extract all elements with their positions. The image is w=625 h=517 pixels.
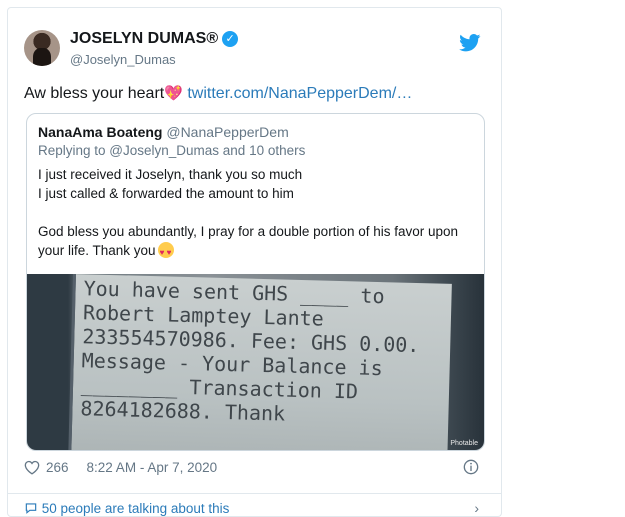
tweet-text: Aw bless your heart💖 twitter.com/NanaPep… [24, 84, 412, 103]
quote-line: God bless you abundantly, I pray for a d… [38, 222, 478, 262]
quote-author-handle[interactable]: @NanaPepperDem [166, 124, 288, 140]
photo-watermark: Photable [450, 440, 478, 447]
sparkling-heart-icon: 💖 [164, 85, 183, 102]
heart-eyes-emoji-icon [157, 242, 174, 262]
like-count[interactable]: 266 [46, 460, 69, 475]
quote-photo[interactable]: You have sent GHS ____ to Robert Lamptey… [27, 274, 484, 450]
footer-divider [8, 493, 501, 494]
author-avatar[interactable] [24, 30, 60, 66]
quote-line: I just called & forwarded the amount to … [38, 186, 294, 201]
quote-line: I just received it Joselyn, thank you so… [38, 167, 303, 182]
tweet-meta: 266 8:22 AM - Apr 7, 2020 [24, 460, 217, 475]
verified-badge-icon: ✓ [222, 31, 239, 47]
talking-count-text[interactable]: 50 people are talking about this [42, 501, 230, 516]
chevron-right-icon[interactable]: › [474, 500, 479, 516]
quote-author-name[interactable]: NanaAma Boateng [38, 124, 162, 140]
author-handle[interactable]: @Joselyn_Dumas [70, 52, 238, 67]
tweet-link[interactable]: twitter.com/NanaPepperDem/… [187, 85, 412, 102]
tweet-body: Aw bless your heart [24, 85, 165, 102]
author-name[interactable]: JOSELYN DUMAS® [70, 30, 218, 48]
like-heart-icon[interactable] [24, 460, 40, 475]
quote-body: I just received it Joselyn, thank you so… [38, 165, 478, 262]
quoted-tweet[interactable]: NanaAma Boateng @NanaPepperDem Replying … [26, 113, 485, 451]
quote-replying-to: Replying to @Joselyn_Dumas and 10 others [38, 143, 306, 158]
twitter-bird-icon[interactable] [459, 34, 481, 52]
talking-about-link[interactable]: 50 people are talking about this [24, 501, 229, 516]
phone-screen: You have sent GHS ____ to Robert Lamptey… [67, 274, 452, 450]
comment-bubble-icon [25, 503, 37, 514]
author-name-row[interactable]: JOSELYN DUMAS® ✓ [70, 30, 239, 48]
tweet-timestamp[interactable]: 8:22 AM - Apr 7, 2020 [87, 460, 218, 475]
info-icon[interactable] [463, 459, 479, 475]
sms-text: You have sent GHS ____ to Robert Lamptey… [80, 276, 420, 426]
author-block[interactable]: JOSELYN DUMAS® ✓ @Joselyn_Dumas [70, 30, 239, 67]
quote-header: NanaAma Boateng @NanaPepperDem [38, 124, 289, 140]
tweet-card: JOSELYN DUMAS® ✓ @Joselyn_Dumas Aw bless… [7, 7, 502, 517]
quote-line-text: God bless you abundantly, I pray for a d… [38, 224, 459, 258]
